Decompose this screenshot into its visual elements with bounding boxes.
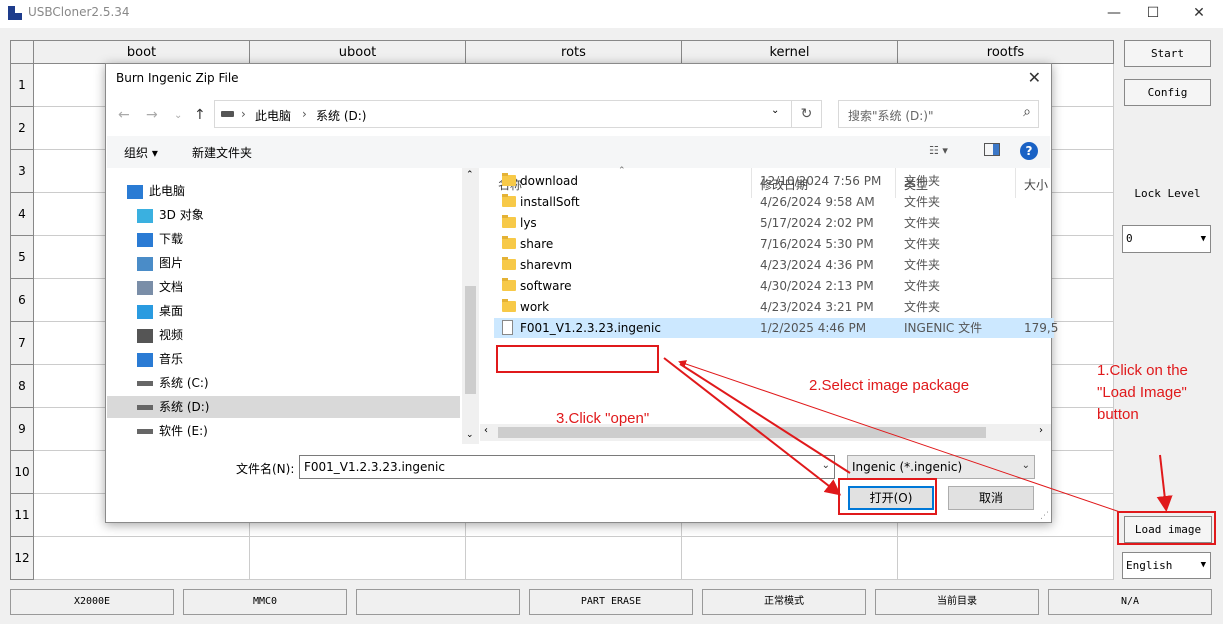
arrow-to-selected-file (678, 360, 1121, 513)
arrow-to-open-button (663, 357, 842, 496)
arrow-to-load-image (1156, 454, 1173, 512)
arrow-file-to-open (679, 363, 851, 474)
annotation-arrows (663, 357, 1173, 513)
usbcloner-window: USBCloner2.5.34 — ☐ ✕ boot uboot rots kerne… (0, 0, 1223, 624)
